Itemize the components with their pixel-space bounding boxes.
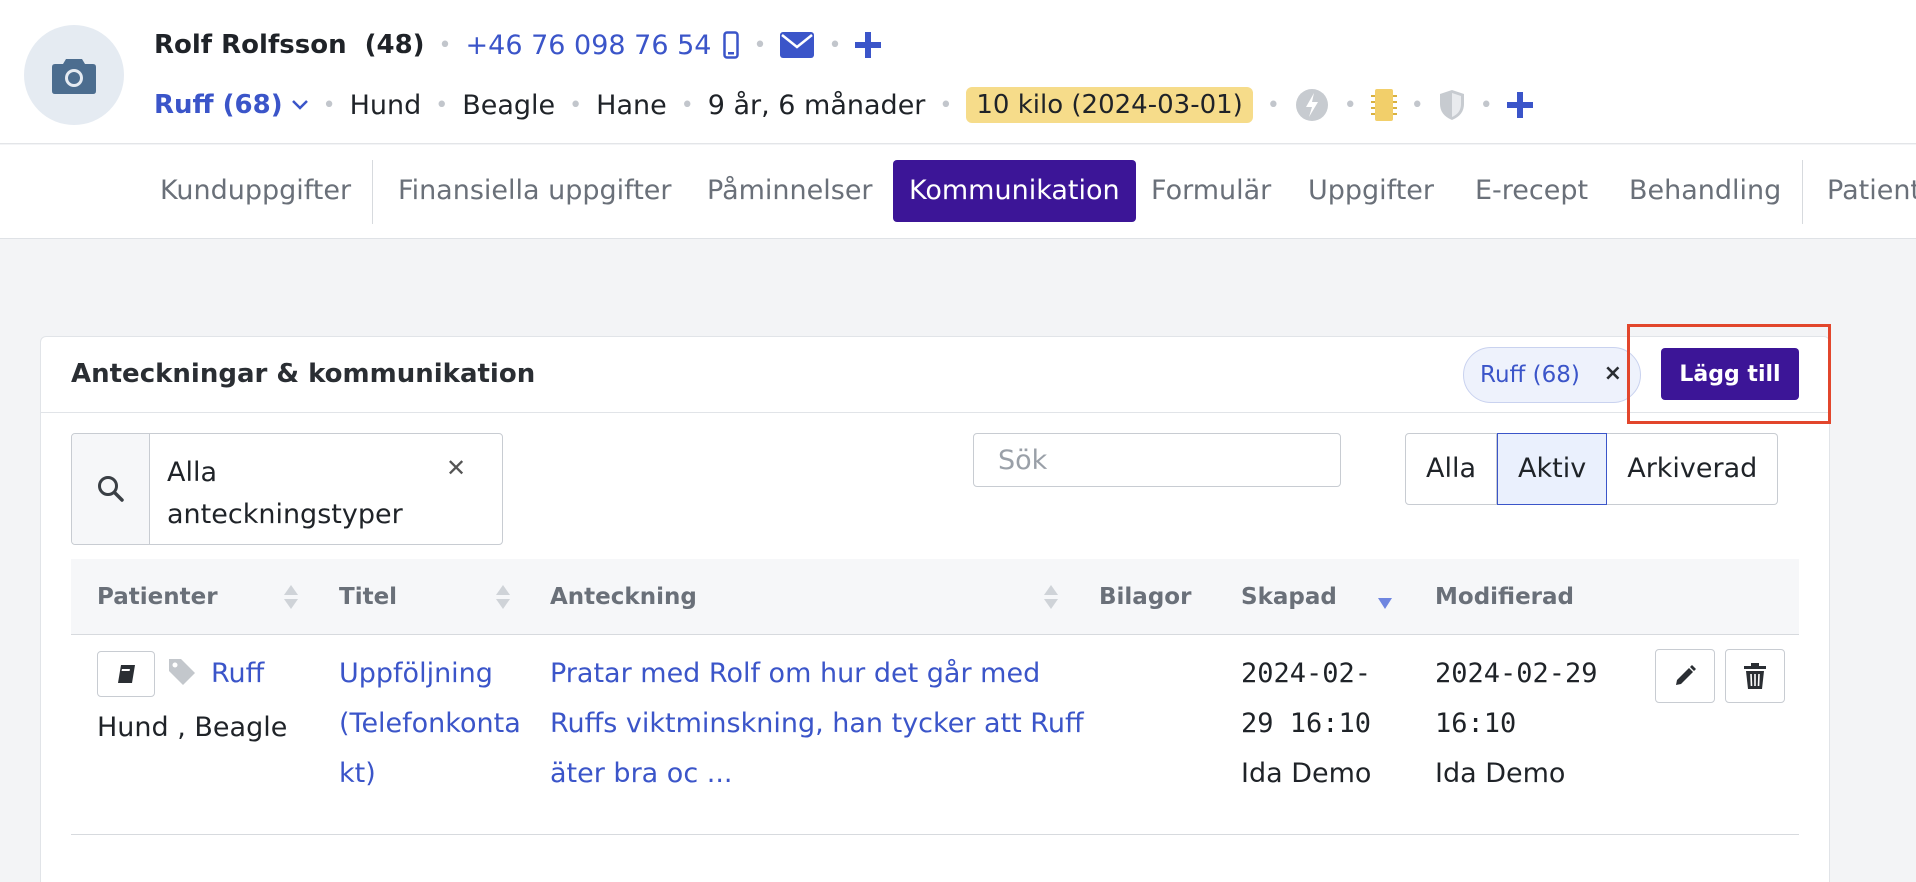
separator-dot: • xyxy=(1410,92,1424,118)
patient-header: Rolf Rolfsson (48) • +46 76 098 76 54 • … xyxy=(0,0,1916,144)
owner-row: Rolf Rolfsson (48) • +46 76 098 76 54 • … xyxy=(154,22,882,68)
table-header: Patienter Titel Anteckning Bilagor Skapa… xyxy=(71,559,1799,635)
card-header: Anteckningar & kommunikation Ruff (68) ×… xyxy=(41,337,1829,413)
clear-icon[interactable]: ✕ xyxy=(446,454,466,482)
note-text-line[interactable]: Pratar med Rolf om hur det går med xyxy=(550,649,1040,699)
email-icon[interactable] xyxy=(780,32,815,58)
sort-icon[interactable] xyxy=(495,583,511,615)
tab-formular[interactable]: Formulär xyxy=(1151,160,1271,222)
note-title-line[interactable]: kt) xyxy=(339,749,376,799)
note-text-line[interactable]: Ruffs viktminskning, han tycker att Ruff xyxy=(550,699,1084,749)
status-all-button[interactable]: Alla xyxy=(1405,433,1498,505)
add-contact-plus-icon[interactable] xyxy=(855,32,882,58)
patient-species-breed: Hund , Beagle xyxy=(97,712,288,743)
separator-dot: • xyxy=(939,92,953,118)
separator-dot: • xyxy=(680,92,694,118)
separator-dot: • xyxy=(753,32,767,58)
note-title-line[interactable]: (Telefonkonta xyxy=(339,699,521,749)
search-icon xyxy=(72,434,150,544)
status-active-button[interactable]: Aktiv xyxy=(1497,433,1608,505)
pet-breed: Beagle xyxy=(462,89,556,121)
owner-age: (48) xyxy=(364,30,425,60)
note-text-line[interactable]: äter bra oc ... xyxy=(550,749,733,799)
tag-icon xyxy=(167,657,197,691)
tab-behandling[interactable]: Behandling xyxy=(1629,160,1781,222)
column-skapad[interactable]: Skapad xyxy=(1241,559,1337,635)
note-type-filter[interactable]: Alla anteckningstyper ✕ xyxy=(71,433,503,545)
modified-time: 16:10 xyxy=(1435,708,1517,739)
tab-kommunikation[interactable]: Kommunikation xyxy=(893,160,1136,222)
tab-paminnelser[interactable]: Påminnelser xyxy=(707,160,873,222)
separator-dot: • xyxy=(1479,92,1493,118)
separator-dot: • xyxy=(438,32,452,58)
column-anteckning[interactable]: Anteckning xyxy=(550,559,697,635)
status-filter: Alla Aktiv Arkiverad xyxy=(1405,433,1779,505)
note-title-line[interactable]: Uppföljning xyxy=(339,649,493,699)
separator-dot: • xyxy=(828,32,842,58)
pet-selector[interactable]: Ruff (68) xyxy=(154,90,283,120)
owner-name[interactable]: Rolf Rolfsson xyxy=(154,30,347,60)
avatar[interactable] xyxy=(24,25,124,125)
patient-filter-chip[interactable]: Ruff (68) × xyxy=(1463,347,1641,403)
camera-icon xyxy=(52,59,96,94)
edit-button[interactable] xyxy=(1655,649,1715,703)
trash-icon xyxy=(1744,663,1766,689)
created-date: 2024-02- xyxy=(1241,658,1372,689)
tab-patient[interactable]: Patient xyxy=(1827,160,1916,222)
tab-divider xyxy=(1802,160,1803,224)
tab-uppgifter[interactable]: Uppgifter xyxy=(1308,160,1434,222)
mobile-phone-icon[interactable] xyxy=(723,31,740,59)
separator-dot: • xyxy=(435,92,449,118)
notebook-icon[interactable] xyxy=(97,651,155,697)
chevron-down-icon[interactable] xyxy=(291,99,309,111)
tab-finansiella-uppgifter[interactable]: Finansiella uppgifter xyxy=(398,160,672,222)
owner-phone[interactable]: +46 76 098 76 54 xyxy=(466,30,712,61)
insurance-icon[interactable] xyxy=(1294,87,1330,123)
card-title: Anteckningar & kommunikation xyxy=(71,359,536,389)
column-bilagor: Bilagor xyxy=(1099,584,1192,610)
created-time: 29 16:10 xyxy=(1241,708,1372,739)
weight-badge[interactable]: 10 kilo (2024-03-01) xyxy=(966,87,1253,123)
modified-date: 2024-02-29 xyxy=(1435,658,1598,689)
pet-row: Ruff (68) • Hund • Beagle • Hane • 9 år,… xyxy=(154,82,1533,128)
tab-bar: Kunduppgifter Finansiella uppgifter Påmi… xyxy=(0,145,1916,239)
add-button[interactable]: Lägg till xyxy=(1661,348,1799,400)
pet-sex: Hane xyxy=(596,89,667,121)
table-row[interactable]: Ruff Hund , Beagle Uppföljning (Telefonk… xyxy=(71,635,1799,835)
tab-divider xyxy=(372,160,373,224)
created-by: Ida Demo xyxy=(1241,758,1372,789)
close-icon[interactable]: × xyxy=(1604,361,1622,386)
status-archived-button[interactable]: Arkiverad xyxy=(1607,433,1779,505)
pet-age: 9 år, 6 månader xyxy=(707,89,926,121)
separator-dot: • xyxy=(1343,92,1357,118)
separator-dot: • xyxy=(1266,92,1280,118)
column-patienter[interactable]: Patienter xyxy=(97,559,218,635)
pet-species: Hund xyxy=(349,89,422,121)
delete-button[interactable] xyxy=(1725,649,1785,703)
column-modifierad[interactable]: Modifierad xyxy=(1435,559,1574,635)
sort-icon[interactable] xyxy=(283,583,299,615)
pencil-icon xyxy=(1676,665,1696,685)
modified-by: Ida Demo xyxy=(1435,758,1566,789)
notes-card: Anteckningar & kommunikation Ruff (68) ×… xyxy=(40,336,1830,882)
tab-e-recept[interactable]: E-recept xyxy=(1475,160,1588,222)
shield-icon[interactable] xyxy=(1438,89,1466,121)
microchip-icon[interactable] xyxy=(1370,87,1397,123)
add-plus-icon[interactable] xyxy=(1506,92,1533,118)
tab-kunduppgifter[interactable]: Kunduppgifter xyxy=(160,160,351,222)
search-input[interactable] xyxy=(973,433,1341,487)
separator-dot: • xyxy=(322,92,336,118)
separator-dot: • xyxy=(569,92,583,118)
note-type-value: Alla anteckningstyper xyxy=(167,457,403,530)
sort-icon[interactable] xyxy=(1043,583,1059,615)
patient-filter-label: Ruff (68) xyxy=(1480,362,1580,388)
sort-desc-icon[interactable] xyxy=(1377,595,1393,614)
patient-link[interactable]: Ruff xyxy=(211,649,264,699)
column-titel[interactable]: Titel xyxy=(339,559,397,635)
